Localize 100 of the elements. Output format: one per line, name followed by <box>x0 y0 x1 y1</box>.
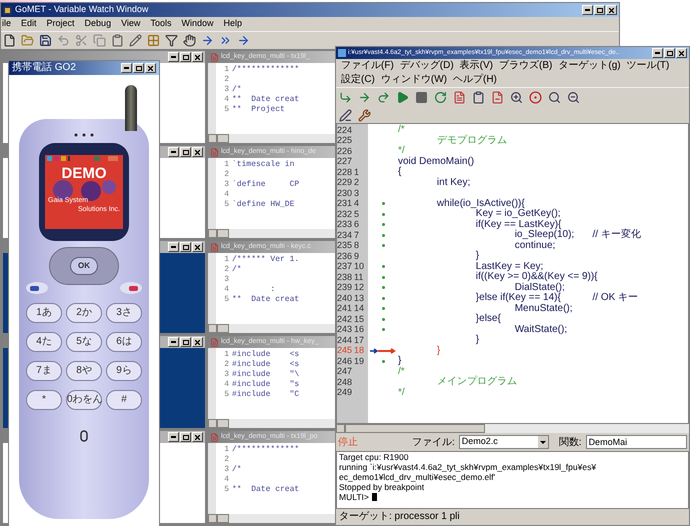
save-icon[interactable] <box>39 34 52 47</box>
menu-item[interactable]: 設定(C) <box>338 73 378 87</box>
target-icon[interactable] <box>529 91 542 104</box>
keypad-key[interactable]: 0わをん <box>66 390 102 410</box>
keypad-key[interactable]: * <box>26 390 62 410</box>
filter-icon[interactable] <box>165 34 178 47</box>
line-number: 3 <box>223 369 230 380</box>
menu-item[interactable]: ターゲット(g) <box>555 59 624 73</box>
maximize-button[interactable] <box>594 5 605 15</box>
close-button[interactable] <box>192 242 203 252</box>
document-icon[interactable] <box>453 91 466 104</box>
zoom-out-icon[interactable] <box>567 91 580 104</box>
call-key-icon[interactable] <box>25 281 49 295</box>
file-minus-icon[interactable] <box>491 91 504 104</box>
close-button[interactable] <box>192 432 203 442</box>
file-dropdown[interactable]: Demo2.c <box>458 435 549 449</box>
horizontal-scrollbar[interactable] <box>208 229 336 238</box>
maximize-button[interactable] <box>180 337 191 347</box>
minimize-button[interactable] <box>168 242 179 252</box>
console-line: ec_demo1¥lcd_drv_multi¥esec_demo.elf' <box>339 472 496 482</box>
stop-icon[interactable] <box>415 91 428 104</box>
minimize-button[interactable] <box>168 147 179 157</box>
navigation-pad[interactable]: OK <box>49 247 119 285</box>
keypad-key[interactable]: 5な <box>66 332 102 352</box>
keypad-key[interactable]: 1あ <box>26 303 62 323</box>
maximize-button[interactable] <box>180 147 191 157</box>
code-line: int Key; <box>436 178 470 188</box>
keypad-key[interactable]: 4た <box>26 332 62 352</box>
maximize-button[interactable] <box>180 432 191 442</box>
menu-item[interactable]: ヘルプ(H) <box>450 73 500 87</box>
minimize-button[interactable] <box>121 63 132 73</box>
console-line: running `i:¥usr¥vast4.4.6a2_tyt_skh¥rvpm_examples¥tx19l_fpu¥es¥ <box>339 462 596 472</box>
close-button[interactable] <box>606 5 617 15</box>
step-over-icon[interactable] <box>358 91 371 104</box>
restart-icon[interactable] <box>434 91 447 104</box>
menu-item[interactable]: ツール(T) <box>624 59 672 73</box>
line-number: 5 <box>223 104 230 116</box>
horizontal-scrollbar[interactable] <box>208 419 336 428</box>
step-out-icon[interactable] <box>377 91 390 104</box>
maximize-button[interactable] <box>180 242 191 252</box>
window-title: 携帯電話 GO2 <box>12 63 77 73</box>
step-into-icon[interactable] <box>339 91 352 104</box>
play-icon[interactable] <box>396 91 409 104</box>
close-button[interactable] <box>192 337 203 347</box>
menu-item[interactable]: デバッグ(D) <box>396 59 457 73</box>
close-button[interactable] <box>192 147 203 157</box>
minimize-button[interactable] <box>168 432 179 442</box>
minimize-button[interactable] <box>652 48 663 58</box>
menu-item[interactable]: Window <box>176 17 218 31</box>
keypad-key[interactable]: # <box>106 390 142 410</box>
menu-item[interactable]: Edit <box>16 17 42 31</box>
ok-key[interactable]: OK <box>70 257 98 275</box>
function-field[interactable]: DemoMai <box>586 435 687 449</box>
paste-icon[interactable] <box>111 34 124 47</box>
menu-item[interactable]: Project <box>42 17 80 31</box>
new-file-icon[interactable] <box>3 34 16 47</box>
pencil-icon[interactable] <box>129 34 142 47</box>
search-icon[interactable] <box>548 91 561 104</box>
keypad-key[interactable]: 8や <box>66 361 102 381</box>
local-line-number: 17 <box>354 336 364 345</box>
menu-item[interactable]: ウィンドウ(W) <box>378 73 450 87</box>
keypad-key[interactable]: 6は <box>106 332 142 352</box>
maximize-button[interactable] <box>133 63 144 73</box>
minimize-button[interactable] <box>582 5 593 15</box>
close-button[interactable] <box>145 63 156 73</box>
arrow-right-icon[interactable] <box>201 34 214 47</box>
menu-item[interactable]: 表示(V) <box>456 59 496 73</box>
code-comment: /* <box>398 366 405 377</box>
grid-icon[interactable] <box>147 34 160 47</box>
menu-item[interactable]: Help <box>218 17 247 31</box>
menu-item[interactable]: ファイル(F) <box>338 59 397 73</box>
console-line: Target cpu: R1900 <box>339 452 408 462</box>
menu-item[interactable]: ブラウズ(B) <box>496 59 556 73</box>
menu-item[interactable]: Debug <box>80 17 116 31</box>
arrow-right-icon[interactable] <box>237 34 250 47</box>
menu-item[interactable]: ile <box>1 17 16 31</box>
minimize-button[interactable] <box>168 52 179 62</box>
zoom-in-icon[interactable] <box>510 91 523 104</box>
edit-icon[interactable] <box>339 108 352 122</box>
horizontal-scrollbar[interactable] <box>208 134 336 143</box>
menu-item[interactable]: View <box>116 17 146 31</box>
horizontal-scrollbar[interactable] <box>208 514 336 523</box>
maximize-button[interactable] <box>180 52 191 62</box>
end-call-key-icon[interactable] <box>119 281 143 295</box>
keypad-key[interactable]: 2か <box>66 303 102 323</box>
close-button[interactable] <box>192 52 203 62</box>
keypad-key[interactable]: 3さ <box>106 303 142 323</box>
maximize-button[interactable] <box>664 48 675 58</box>
minimize-button[interactable] <box>168 337 179 347</box>
tools-icon[interactable] <box>358 108 371 122</box>
clipboard-icon[interactable] <box>472 91 485 104</box>
close-button[interactable] <box>676 48 687 58</box>
horizontal-scrollbar[interactable] <box>208 324 336 333</box>
horizontal-scrollbar[interactable] <box>336 424 689 433</box>
double-chevron-icon[interactable] <box>219 34 232 47</box>
menu-item[interactable]: Tools <box>145 17 176 31</box>
hand-icon[interactable] <box>183 34 196 47</box>
keypad-key[interactable]: 9ら <box>106 361 142 381</box>
keypad-key[interactable]: 7ま <box>26 361 62 381</box>
code-line: io_Sleep(10); // キー変化 <box>514 230 641 240</box>
